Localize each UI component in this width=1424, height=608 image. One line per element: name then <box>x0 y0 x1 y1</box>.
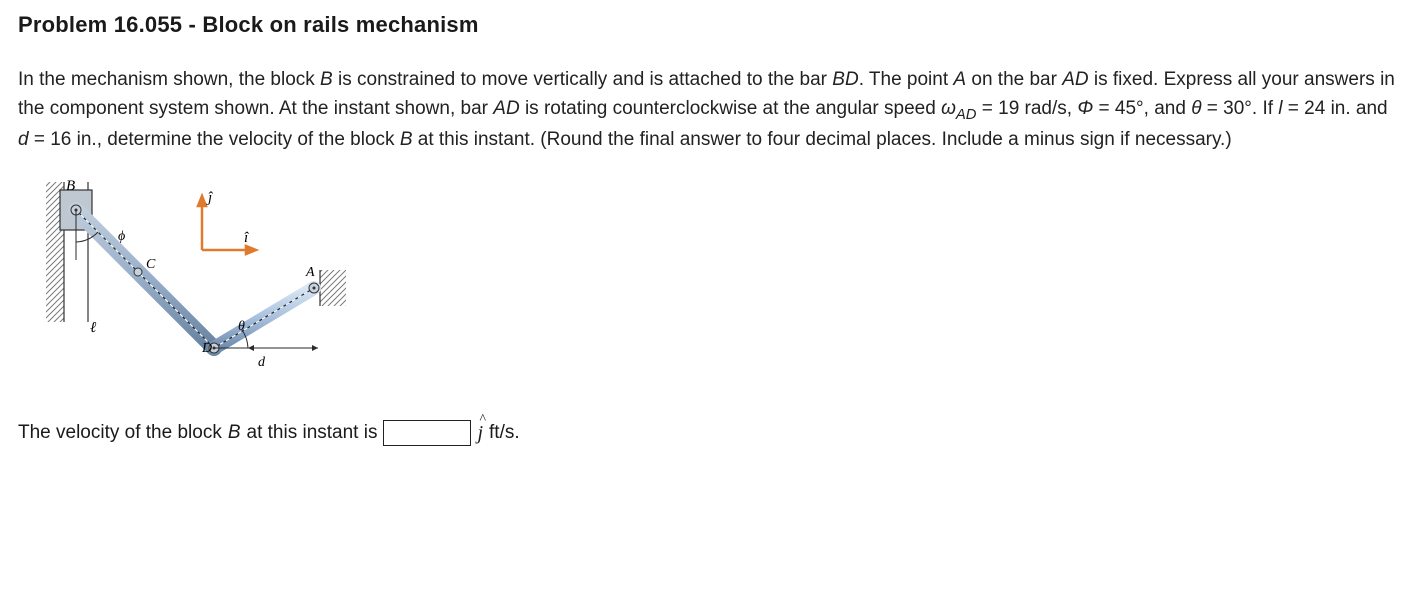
var-d: d <box>18 129 29 150</box>
var-AD: AD <box>493 98 519 119</box>
var-B: B <box>400 129 413 150</box>
label-i-hat: î <box>244 230 249 246</box>
var-theta: θ <box>1191 98 1201 119</box>
desc-text: = 16 in., determine the velocity of the … <box>29 129 400 150</box>
answer-row: The velocity of the block B at this inst… <box>18 420 1406 446</box>
desc-text: is constrained to move vertically and is… <box>333 69 833 90</box>
var-B: B <box>320 69 333 90</box>
problem-description: In the mechanism shown, the block B is c… <box>18 66 1398 154</box>
answer-mid: at this instant is <box>247 422 378 444</box>
label-d: d <box>258 355 266 370</box>
label-A: A <box>305 265 315 280</box>
label-theta: θ <box>238 319 245 334</box>
var-AD: AD <box>1062 69 1088 90</box>
desc-text: is rotating counterclockwise at the angu… <box>520 98 941 119</box>
desc-text: . The point <box>859 69 954 90</box>
var-phi: Φ <box>1077 98 1093 119</box>
desc-text: = 45°, and <box>1093 98 1191 119</box>
answer-prefix: The velocity of the block <box>18 422 222 444</box>
problem-title: Problem 16.055 - Block on rails mechanis… <box>18 12 1406 38</box>
var-BD: BD <box>832 69 858 90</box>
label-D: D <box>201 341 212 356</box>
unit-vector-j-hat-icon: j <box>477 422 483 445</box>
label-phi: ϕ <box>118 229 125 244</box>
mechanism-diagram: B C D A ℓ d ϕ θ ĵ î <box>18 172 1406 392</box>
desc-text: = 19 rad/s, <box>976 98 1077 119</box>
var-omega-sub: AD <box>956 106 977 122</box>
var-B: B <box>228 422 241 444</box>
label-C: C <box>146 257 156 272</box>
var-A: A <box>953 69 966 90</box>
label-j-hat: ĵ <box>206 190 213 206</box>
velocity-input[interactable] <box>383 420 471 446</box>
answer-units: ft/s. <box>489 422 520 444</box>
desc-text: = 24 in. and <box>1283 98 1388 119</box>
desc-text: on the bar <box>966 69 1062 90</box>
label-l: ℓ <box>90 320 96 336</box>
desc-text: at this instant. (Round the final answer… <box>413 129 1232 150</box>
label-B: B <box>66 178 75 194</box>
var-omega: ω <box>941 98 956 119</box>
desc-text: = 30°. If <box>1202 98 1279 119</box>
desc-text: In the mechanism shown, the block <box>18 69 320 90</box>
